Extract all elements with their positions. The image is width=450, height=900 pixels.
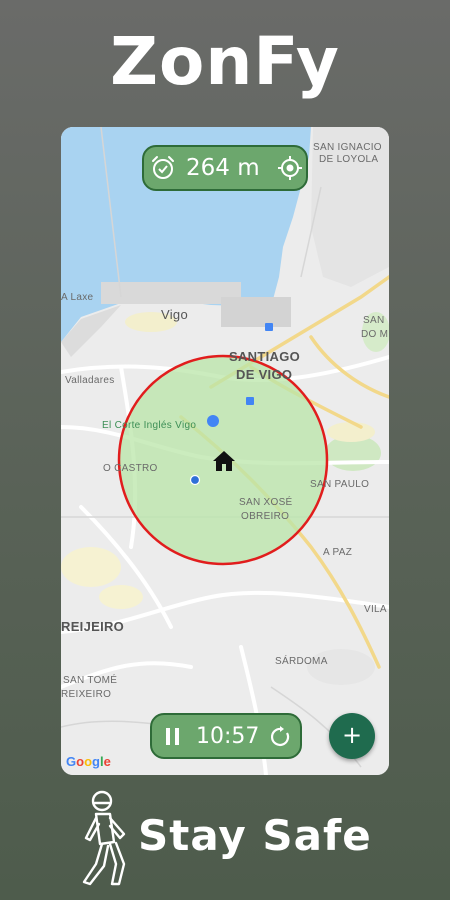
map-label: REIXEIRO: [61, 689, 112, 700]
map-label: SANTIAGO: [229, 349, 301, 364]
restart-icon[interactable]: [269, 725, 293, 749]
distance-value: 264 m: [186, 155, 260, 181]
my-location-icon[interactable]: [277, 155, 303, 181]
map-label: SAN PAULO: [310, 479, 370, 490]
map-label: REIJEIRO: [61, 619, 125, 634]
map-label: SAN: [363, 315, 385, 326]
map-label: DO M: [361, 329, 389, 340]
distance-pill[interactable]: 264 m: [142, 145, 308, 191]
add-button[interactable]: +: [329, 713, 375, 759]
tagline: Stay Safe: [138, 811, 372, 860]
map-label: A Laxe: [61, 292, 94, 303]
map-label: Valladares: [65, 375, 115, 386]
map-label: SAN IGNACIO: [313, 142, 382, 153]
map-label: A PAZ: [323, 547, 353, 558]
map-label: DE LOYOLA: [319, 154, 379, 165]
map-label: Vigo: [161, 307, 188, 322]
map-label: OBREIRO: [241, 511, 290, 522]
phone-screen: SAN IGNACIO DE LOYOLA A Laxe Vigo SAN DO…: [61, 127, 389, 775]
alarm-clock-icon: [152, 156, 174, 179]
map-label: El Corte Inglés Vigo: [102, 420, 197, 431]
home-icon[interactable]: [211, 449, 237, 473]
pause-icon[interactable]: [162, 725, 184, 749]
map-label: VILA: [364, 604, 387, 615]
map-label: DE VIGO: [236, 367, 293, 382]
walking-person-icon: [82, 790, 126, 886]
timer-pill[interactable]: 10:57: [150, 713, 302, 759]
map-label: SAN XOSÉ: [239, 497, 293, 508]
map-label: O CASTRO: [103, 463, 158, 474]
map-label: SAN TOMÉ: [63, 675, 118, 686]
google-logo: Google: [66, 754, 111, 769]
timer-value: 10:57: [196, 724, 260, 749]
app-title: ZonFy: [110, 23, 340, 100]
map-label: SÁRDOMA: [275, 656, 328, 667]
